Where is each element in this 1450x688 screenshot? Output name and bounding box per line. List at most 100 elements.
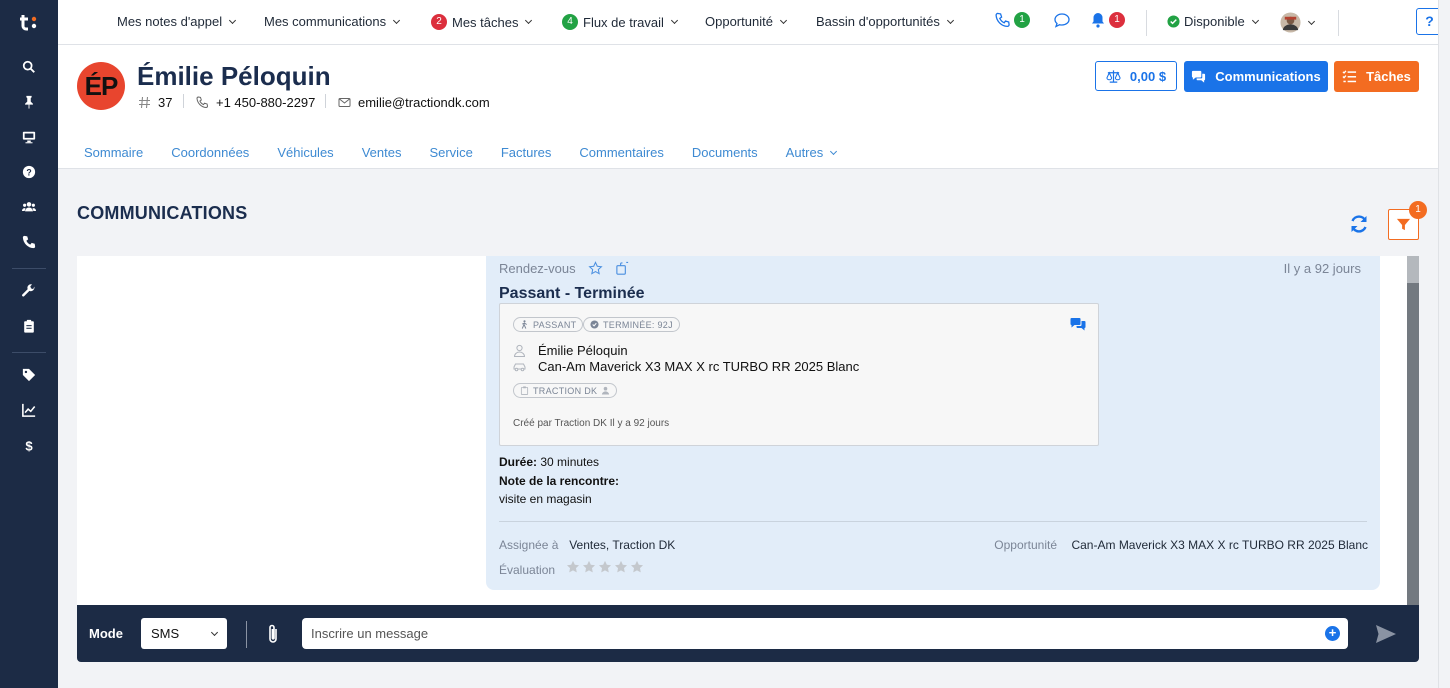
created-by-text: Créé par Traction DK Il y a 92 jours <box>513 418 670 429</box>
phone-count-badge: 1 <box>1014 12 1030 28</box>
check-circle-icon <box>590 320 599 329</box>
chat-button[interactable] <box>1054 12 1070 28</box>
nav-opportunity[interactable]: Opportunité <box>705 14 787 29</box>
divider <box>499 521 1367 522</box>
bell-icon <box>1092 13 1104 28</box>
contact-phone[interactable]: +1 450-880-2297 <box>196 95 315 110</box>
phone-icon <box>196 96 209 109</box>
user-menu[interactable] <box>1280 12 1316 33</box>
communication-title: Passant - Terminée <box>499 285 645 302</box>
mode-label: Mode <box>89 626 123 641</box>
chevron-down-icon <box>946 16 954 24</box>
opportunity-field: Opportunité Can-Am Maverick X3 MAX X rc … <box>994 538 1368 552</box>
pin-toggle-icon[interactable] <box>615 261 630 276</box>
duration-line: Durée: 30 minutes <box>499 455 600 469</box>
star-icon[interactable] <box>630 560 644 574</box>
tab-others[interactable]: Autres <box>786 145 838 160</box>
message-input[interactable] <box>302 618 1348 649</box>
appointment-details: PASSANT TERMINÉE: 92J Émilie Péloquin Ca… <box>499 303 1099 446</box>
chevron-down-icon <box>525 16 533 25</box>
paperclip-icon[interactable] <box>265 623 281 645</box>
communications-button[interactable]: Communications <box>1184 61 1328 92</box>
sidebar-divider <box>12 268 46 269</box>
chevron-down-icon <box>779 16 787 24</box>
contact-tabs: Sommaire Coordonnées Véhicules Ventes Se… <box>84 145 864 160</box>
workflow-count-badge: 4 <box>562 14 578 30</box>
chevron-down-icon <box>210 628 219 636</box>
tab-vehicles[interactable]: Véhicules <box>277 145 333 160</box>
refresh-icon[interactable] <box>1348 213 1370 235</box>
tab-invoices[interactable]: Factures <box>501 145 552 160</box>
sidebar-dollar-icon[interactable]: $ <box>19 435 39 455</box>
phone-calls-button[interactable]: 1 <box>995 12 1035 28</box>
sidebar-search-icon[interactable] <box>19 57 39 77</box>
filter-icon <box>1396 218 1411 231</box>
send-icon[interactable] <box>1375 623 1397 645</box>
sidebar-wrench-icon[interactable] <box>19 281 39 301</box>
top-navigation-bar: Mes notes d'appel Mes communications 2 M… <box>58 0 1443 45</box>
appointment-person: Émilie Péloquin <box>513 343 628 358</box>
star-icon[interactable] <box>582 560 596 574</box>
filter-count-badge: 1 <box>1409 201 1427 219</box>
availability-status-dropdown[interactable]: Disponible <box>1167 14 1259 29</box>
sidebar-help-icon[interactable]: ? <box>19 162 39 182</box>
scrollbar-thumb[interactable] <box>1407 283 1419 605</box>
comments-icon[interactable] <box>1070 317 1086 331</box>
notifications-count-badge: 1 <box>1109 12 1125 28</box>
nav-tasks[interactable]: 2 Mes tâches <box>431 14 533 30</box>
sidebar-pin-icon[interactable] <box>19 92 39 112</box>
contact-id: 37 <box>138 95 172 110</box>
sidebar-desktop-icon[interactable] <box>19 127 39 147</box>
notifications-button[interactable]: 1 <box>1090 12 1130 28</box>
sidebar-chart-icon[interactable] <box>19 400 39 420</box>
assigned-to: Assignée à Ventes, Traction DK <box>499 538 676 552</box>
appointment-vehicle: Can-Am Maverick X3 MAX X rc TURBO RR 202… <box>513 359 859 374</box>
tab-documents[interactable]: Documents <box>692 145 758 160</box>
nav-communications[interactable]: Mes communications <box>264 14 401 29</box>
tab-sales[interactable]: Ventes <box>362 145 402 160</box>
divider <box>183 94 184 108</box>
completed-pill: TERMINÉE: 92J <box>583 317 680 332</box>
sidebar-users-icon[interactable] <box>19 197 39 217</box>
svg-text:$: $ <box>25 438 33 452</box>
contact-avatar: ÉP <box>77 62 125 110</box>
rating-stars[interactable] <box>566 560 646 574</box>
contact-email[interactable]: emilie@tractiondk.com <box>338 95 490 110</box>
sidebar-tag-icon[interactable] <box>19 365 39 385</box>
star-icon[interactable] <box>614 560 628 574</box>
app-logo[interactable] <box>18 11 40 33</box>
communication-card[interactable]: Rendez-vous Il y a 92 jours Passant - Te… <box>486 256 1380 590</box>
clipboard-icon <box>520 386 529 395</box>
divider <box>325 94 326 108</box>
mode-select[interactable]: SMS <box>141 618 227 649</box>
opportunity-link[interactable]: Can-Am Maverick X3 MAX X rc TURBO RR 202… <box>1071 538 1368 552</box>
tab-contact-info[interactable]: Coordonnées <box>171 145 249 160</box>
nav-opportunity-pool[interactable]: Bassin d'opportunités <box>816 14 954 29</box>
rating-label: Évaluation <box>499 563 556 577</box>
star-icon[interactable] <box>566 560 580 574</box>
task-list-icon <box>1342 70 1357 83</box>
tasks-button[interactable]: Tâches <box>1334 61 1419 92</box>
page-scrollbar[interactable] <box>1438 0 1450 688</box>
tab-comments[interactable]: Commentaires <box>579 145 664 160</box>
sidebar-phone-icon[interactable] <box>19 232 39 252</box>
tasks-count-badge: 2 <box>431 14 447 30</box>
tab-summary[interactable]: Sommaire <box>84 145 143 160</box>
message-composer: Mode SMS + <box>77 605 1419 662</box>
star-icon[interactable] <box>598 560 612 574</box>
add-content-icon[interactable]: + <box>1325 626 1340 641</box>
chevron-down-icon <box>229 16 237 24</box>
envelope-icon <box>338 98 351 107</box>
tab-service[interactable]: Service <box>429 145 472 160</box>
divider <box>246 621 247 648</box>
sidebar-clipboard-icon[interactable] <box>19 316 39 336</box>
contact-header: ÉP Émilie Péloquin 37 +1 450-880-2297 em… <box>58 45 1438 169</box>
communication-time: Il y a 92 jours <box>1283 261 1361 276</box>
panel-scrollbar[interactable] <box>1407 256 1419 605</box>
balance-button[interactable]: 0,00 $ <box>1095 61 1177 91</box>
chevron-down-icon <box>670 16 678 25</box>
star-outline-icon[interactable] <box>588 261 603 276</box>
phone-icon <box>995 12 1010 28</box>
nav-call-notes[interactable]: Mes notes d'appel <box>117 14 237 29</box>
nav-workflow[interactable]: 4 Flux de travail <box>562 14 678 30</box>
